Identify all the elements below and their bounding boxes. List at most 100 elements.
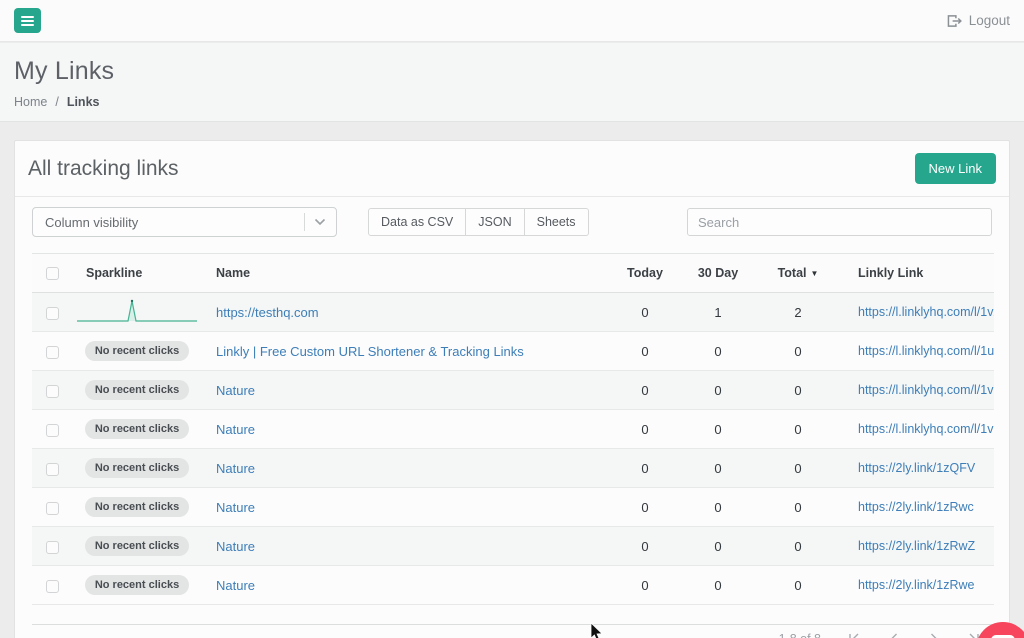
total-count: 0 bbox=[758, 332, 838, 371]
linkly-link[interactable]: https://2ly.link/1zQFV bbox=[858, 461, 975, 475]
row-checkbox[interactable] bbox=[46, 424, 59, 437]
linkly-link[interactable]: https://l.linklyhq.com/l/1vZvW bbox=[858, 305, 994, 319]
export-button-group: Data as CSV JSON Sheets bbox=[368, 208, 589, 236]
total-count: 0 bbox=[758, 410, 838, 449]
row-checkbox[interactable] bbox=[46, 541, 59, 554]
today-count: 0 bbox=[612, 527, 678, 566]
total-count: 2 bbox=[758, 293, 838, 332]
table-footer: 1-8 of 8 bbox=[32, 624, 992, 638]
header-name[interactable]: Name bbox=[202, 254, 612, 293]
header-today[interactable]: Today bbox=[612, 254, 678, 293]
table-toolbar: Column visibility Data as CSV JSON Sheet… bbox=[32, 207, 992, 237]
select-all-checkbox[interactable] bbox=[46, 267, 59, 280]
header-30day[interactable]: 30 Day bbox=[678, 254, 758, 293]
row-checkbox[interactable] bbox=[46, 463, 59, 476]
table-header-row: Sparkline Name Today 30 Day Total▼ Linkl… bbox=[32, 254, 994, 293]
link-name[interactable]: Nature bbox=[216, 461, 255, 476]
logout-button[interactable]: Logout bbox=[947, 13, 1010, 28]
previous-page-button[interactable] bbox=[887, 632, 901, 638]
30day-count: 0 bbox=[678, 449, 758, 488]
linkly-link[interactable]: https://2ly.link/1zRwZ bbox=[858, 539, 975, 553]
no-recent-clicks-badge: No recent clicks bbox=[85, 341, 189, 361]
export-json-button[interactable]: JSON bbox=[466, 208, 524, 236]
30day-count: 0 bbox=[678, 371, 758, 410]
linkly-link[interactable]: https://l.linklyhq.com/l/1vYAb bbox=[858, 383, 994, 397]
linkly-link[interactable]: https://l.linklyhq.com/l/1u3jW bbox=[858, 344, 994, 358]
breadcrumb-home[interactable]: Home bbox=[14, 95, 47, 109]
select-divider bbox=[304, 213, 305, 231]
top-navbar: Logout bbox=[0, 0, 1024, 42]
export-csv-button[interactable]: Data as CSV bbox=[368, 208, 466, 236]
total-count: 0 bbox=[758, 566, 838, 605]
logout-label: Logout bbox=[969, 13, 1010, 28]
30day-count: 0 bbox=[678, 332, 758, 371]
pagination: 1-8 of 8 bbox=[779, 632, 981, 638]
link-name[interactable]: Nature bbox=[216, 422, 255, 437]
no-recent-clicks-badge: No recent clicks bbox=[85, 497, 189, 517]
link-name[interactable]: Nature bbox=[216, 500, 255, 515]
chevron-down-icon bbox=[314, 218, 336, 226]
table-row: No recent clicks Linkly | Free Custom UR… bbox=[32, 332, 994, 371]
row-checkbox[interactable] bbox=[46, 385, 59, 398]
pagination-summary: 1-8 of 8 bbox=[779, 632, 821, 638]
30day-count: 1 bbox=[678, 293, 758, 332]
today-count: 0 bbox=[612, 332, 678, 371]
page-title: My Links bbox=[14, 57, 1010, 86]
logout-icon bbox=[947, 14, 962, 28]
breadcrumb: Home / Links bbox=[14, 95, 1010, 109]
panel-header: All tracking links New Link bbox=[15, 141, 1009, 197]
table-row: No recent clicks Nature 0 0 0 https://2l… bbox=[32, 566, 994, 605]
panel-title: All tracking links bbox=[28, 157, 179, 181]
total-count: 0 bbox=[758, 371, 838, 410]
column-visibility-select[interactable]: Column visibility bbox=[32, 207, 337, 237]
breadcrumb-separator: / bbox=[55, 95, 58, 109]
row-checkbox[interactable] bbox=[46, 346, 59, 359]
header-linkly-link[interactable]: Linkly Link bbox=[838, 254, 994, 293]
sort-desc-icon: ▼ bbox=[811, 269, 819, 278]
column-visibility-placeholder: Column visibility bbox=[45, 215, 138, 230]
header-select-all[interactable] bbox=[32, 254, 72, 293]
30day-count: 0 bbox=[678, 527, 758, 566]
30day-count: 0 bbox=[678, 566, 758, 605]
today-count: 0 bbox=[612, 371, 678, 410]
linkly-link[interactable]: https://l.linklyhq.com/l/1vbuD bbox=[858, 422, 994, 436]
no-recent-clicks-badge: No recent clicks bbox=[85, 458, 189, 478]
page-header: My Links Home / Links bbox=[0, 43, 1024, 122]
no-recent-clicks-badge: No recent clicks bbox=[85, 419, 189, 439]
table-row: No recent clicks Nature 0 0 0 https://2l… bbox=[32, 449, 994, 488]
link-name[interactable]: Nature bbox=[216, 383, 255, 398]
no-recent-clicks-badge: No recent clicks bbox=[85, 536, 189, 556]
new-link-button[interactable]: New Link bbox=[915, 153, 996, 184]
today-count: 0 bbox=[612, 449, 678, 488]
table-row: No recent clicks Nature 0 0 0 https://2l… bbox=[32, 488, 994, 527]
next-page-button[interactable] bbox=[927, 632, 941, 638]
link-name[interactable]: Nature bbox=[216, 578, 255, 593]
total-count: 0 bbox=[758, 488, 838, 527]
header-total[interactable]: Total▼ bbox=[758, 254, 838, 293]
tracking-links-panel: All tracking links New Link Column visib… bbox=[14, 140, 1010, 638]
total-count: 0 bbox=[758, 527, 838, 566]
search-input[interactable] bbox=[687, 208, 992, 236]
header-sparkline[interactable]: Sparkline bbox=[72, 254, 202, 293]
today-count: 0 bbox=[612, 410, 678, 449]
row-checkbox[interactable] bbox=[46, 502, 59, 515]
30day-count: 0 bbox=[678, 410, 758, 449]
table-row: No recent clicks Nature 0 0 0 https://l.… bbox=[32, 371, 994, 410]
no-recent-clicks-badge: No recent clicks bbox=[85, 575, 189, 595]
sparkline-chart bbox=[77, 298, 197, 326]
linkly-link[interactable]: https://2ly.link/1zRwe bbox=[858, 578, 974, 592]
link-name[interactable]: Linkly | Free Custom URL Shortener & Tra… bbox=[216, 344, 524, 359]
row-checkbox[interactable] bbox=[46, 307, 59, 320]
export-sheets-button[interactable]: Sheets bbox=[525, 208, 589, 236]
today-count: 0 bbox=[612, 488, 678, 527]
today-count: 0 bbox=[612, 293, 678, 332]
sidebar-toggle-button[interactable] bbox=[14, 8, 41, 33]
link-name[interactable]: https://testhq.com bbox=[216, 305, 319, 320]
first-page-button[interactable] bbox=[847, 632, 861, 638]
links-table: Sparkline Name Today 30 Day Total▼ Linkl… bbox=[32, 253, 992, 605]
breadcrumb-current: Links bbox=[67, 95, 100, 109]
table-row: No recent clicks Nature 0 0 0 https://l.… bbox=[32, 410, 994, 449]
row-checkbox[interactable] bbox=[46, 580, 59, 593]
link-name[interactable]: Nature bbox=[216, 539, 255, 554]
linkly-link[interactable]: https://2ly.link/1zRwc bbox=[858, 500, 974, 514]
